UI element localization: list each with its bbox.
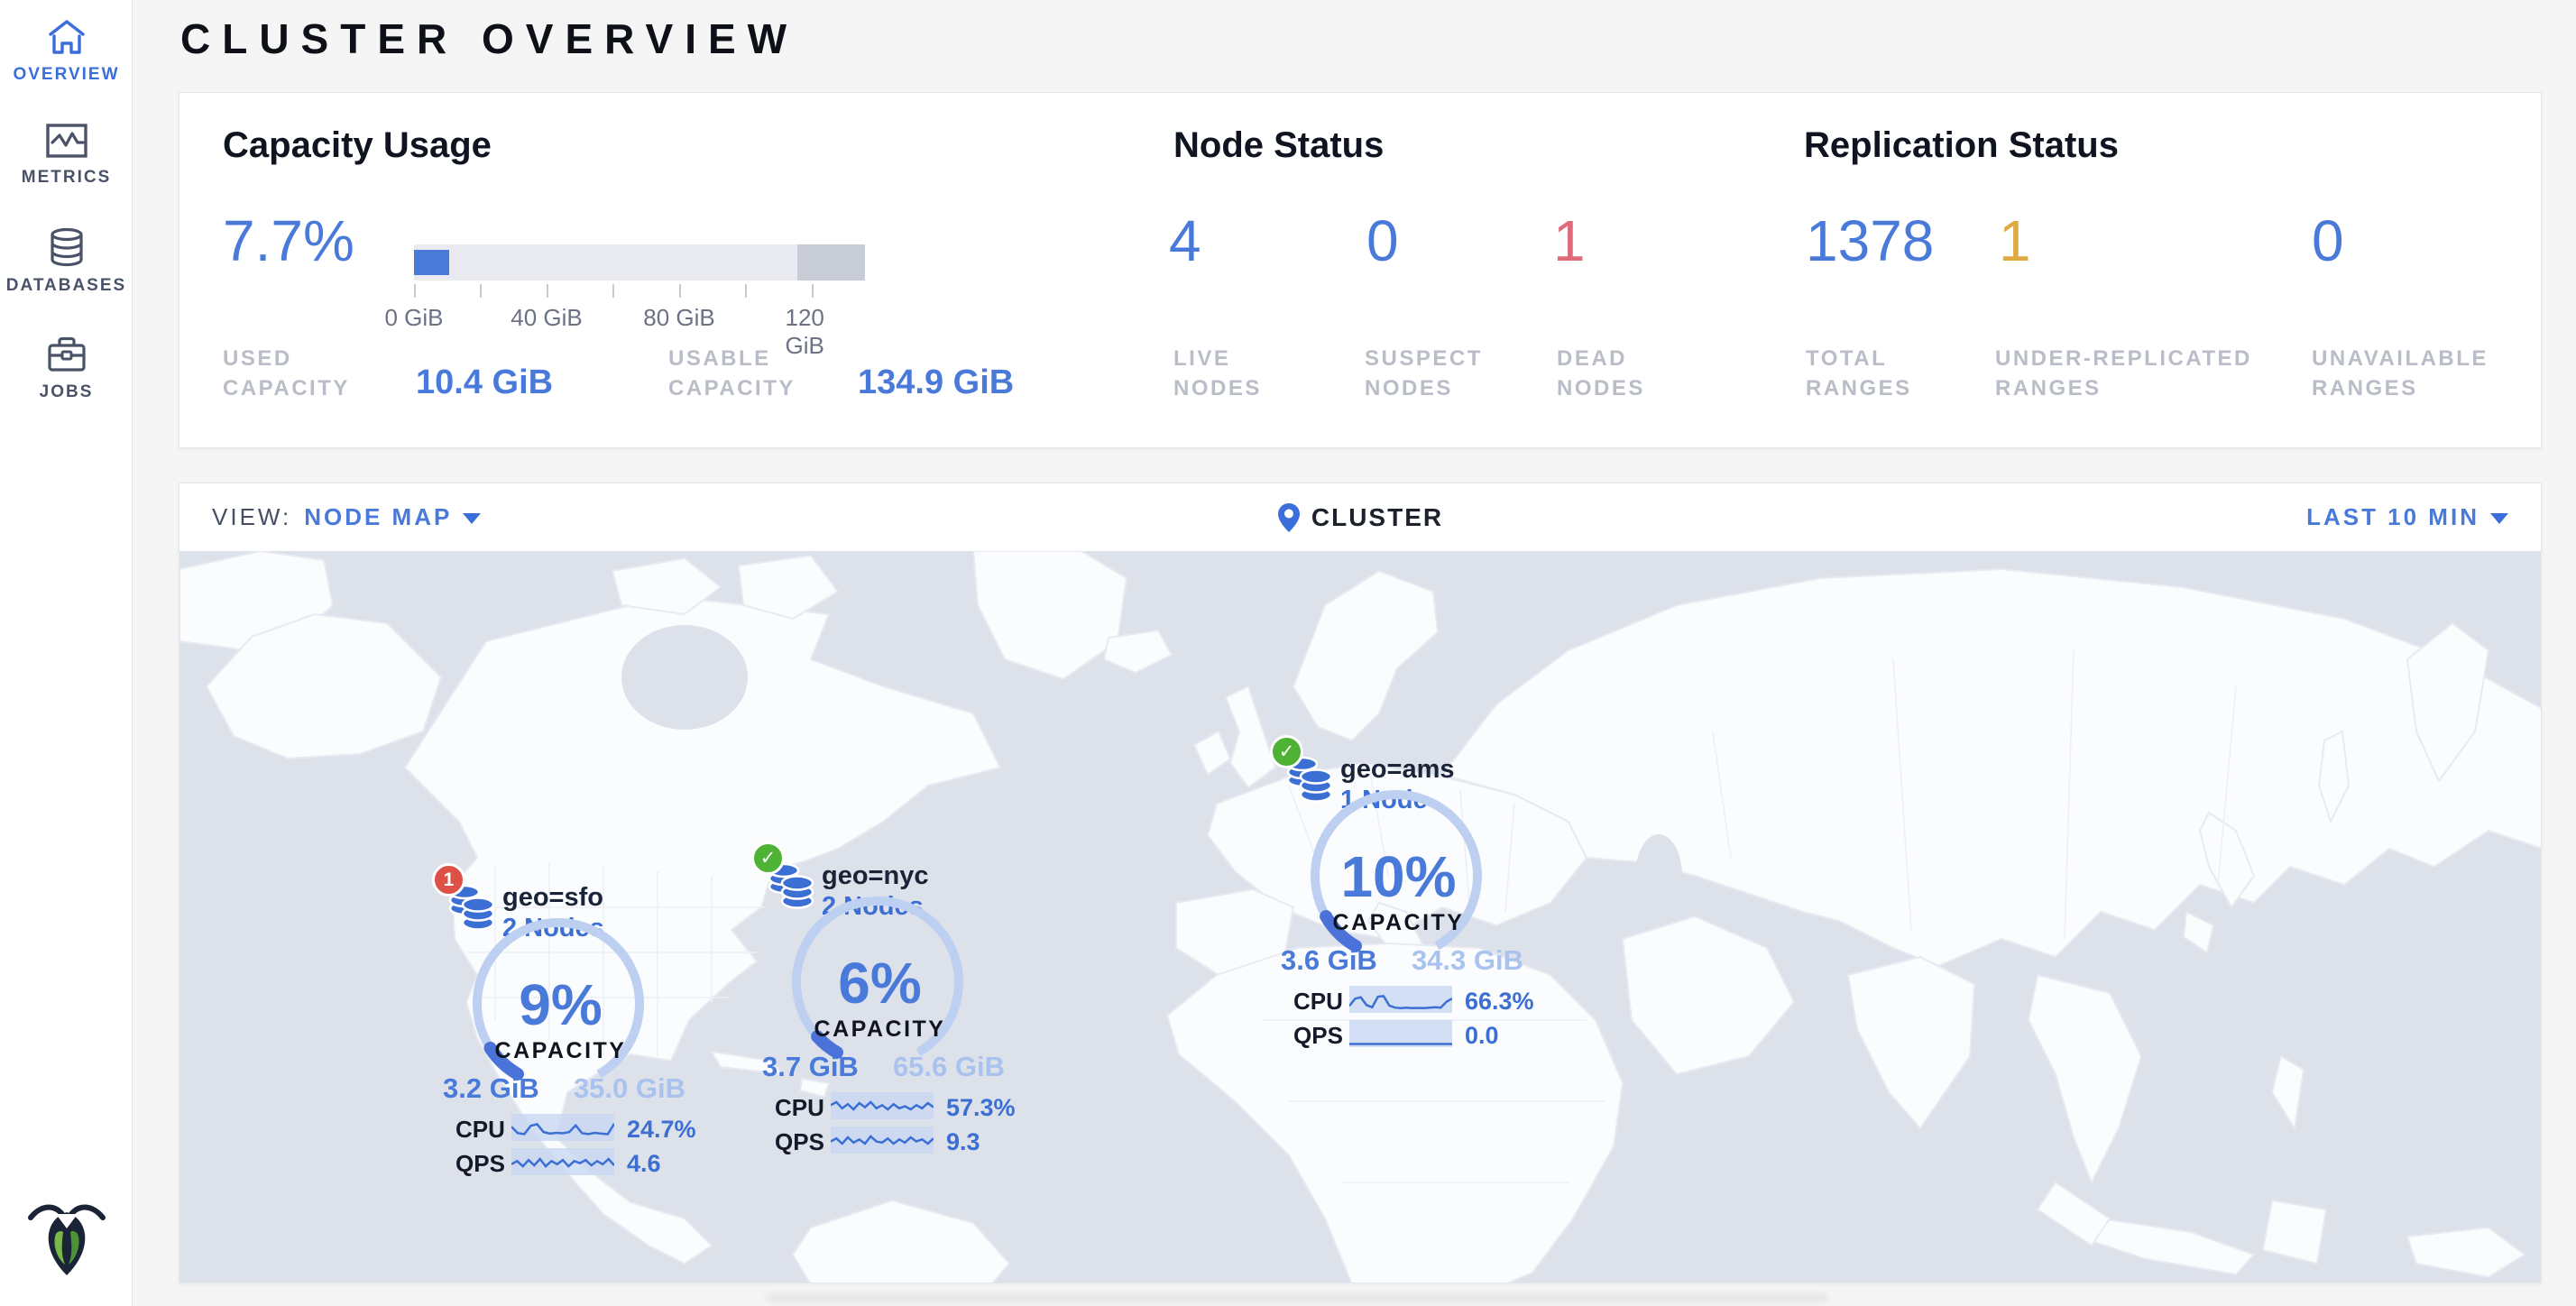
capacity-bar-fill xyxy=(414,250,449,275)
status-badge: ✓ xyxy=(751,842,785,875)
map-pin-icon xyxy=(1277,502,1301,533)
cpu-metric: CPU 24.7% xyxy=(446,1114,690,1143)
under-replicated-ranges-label: UNDER-REPLICATED RANGES xyxy=(1995,344,2252,403)
sidebar-item-jobs[interactable]: JOBS xyxy=(0,336,133,402)
usable-capacity: 65.6 GiB xyxy=(893,1051,1005,1083)
live-nodes-count: 4 xyxy=(1169,212,1201,270)
capacity-label: CAPACITY xyxy=(405,1038,716,1064)
sidebar-item-overview[interactable]: OVERVIEW xyxy=(0,18,133,85)
qps-sparkline xyxy=(1349,1020,1452,1047)
usable-capacity: 34.3 GiB xyxy=(1412,944,1523,977)
time-range-selector[interactable]: LAST 10 MIN xyxy=(2306,503,2508,531)
view-label: VIEW: xyxy=(212,503,291,531)
capacity-percent: 6% xyxy=(724,950,1035,1016)
under-replicated-ranges-count: 1 xyxy=(1999,212,2031,270)
metrics-icon xyxy=(45,123,88,159)
dead-nodes-count: 1 xyxy=(1553,212,1586,270)
usable-capacity: 35.0 GiB xyxy=(574,1072,685,1105)
sidebar-item-label: JOBS xyxy=(40,382,94,401)
capacity-usage-title: Capacity Usage xyxy=(223,125,492,166)
used-capacity: 3.7 GiB xyxy=(762,1051,859,1083)
node-status-title: Node Status xyxy=(1173,125,1384,166)
view-selector[interactable]: NODE MAP xyxy=(304,503,481,531)
jobs-icon xyxy=(46,336,87,373)
used-capacity: 3.2 GiB xyxy=(443,1072,539,1105)
capacity-percent: 10% xyxy=(1243,843,1554,910)
dead-nodes-label: DEAD NODES xyxy=(1557,344,1645,403)
capacity-percent: 9% xyxy=(405,971,716,1038)
breadcrumb-cluster[interactable]: CLUSTER xyxy=(1277,502,1443,533)
qps-metric: QPS 4.6 xyxy=(446,1148,690,1177)
sidebar-item-metrics[interactable]: METRICS xyxy=(0,123,133,188)
horizontal-scroll-hint[interactable] xyxy=(766,1292,1828,1303)
live-nodes-label: LIVE NODES xyxy=(1173,344,1262,403)
node-map-card: VIEW: NODE MAP CLUSTER LAST 10 MIN xyxy=(179,483,2542,1283)
used-capacity-value: 10.4 GiB xyxy=(416,363,553,402)
capacity-label: CAPACITY xyxy=(724,1016,1035,1043)
sidebar: OVERVIEW METRICS DATABASES JOBS xyxy=(0,0,133,1306)
map-locality-nyc[interactable]: ✓ geo=nyc 2 Nodes 6% CAPACITY 3.7 GiB 65… xyxy=(724,836,1035,1152)
qps-sparkline xyxy=(831,1127,934,1154)
unavailable-ranges-count: 0 xyxy=(2312,212,2344,270)
chevron-down-icon xyxy=(463,513,481,524)
used-capacity: 3.6 GiB xyxy=(1281,944,1377,977)
chevron-down-icon xyxy=(2490,513,2508,524)
page-title: CLUSTER OVERVIEW xyxy=(180,14,798,63)
used-capacity-label: USED CAPACITY xyxy=(223,344,350,403)
status-badge: ✓ xyxy=(1270,735,1303,768)
capacity-bar-tick-labels: 0 GiB 40 GiB 80 GiB 120 GiB xyxy=(414,304,865,331)
cpu-sparkline xyxy=(511,1114,614,1141)
home-icon xyxy=(46,18,87,56)
map-locality-sfo[interactable]: 1 geo=sfo 2 Nodes 9% CAPACITY 3.2 GiB 35… xyxy=(405,858,716,1173)
status-badge: 1 xyxy=(432,863,465,897)
cpu-metric: CPU 57.3% xyxy=(766,1092,1009,1121)
qps-metric: QPS 9.3 xyxy=(766,1127,1009,1155)
sidebar-item-label: OVERVIEW xyxy=(13,65,119,84)
suspect-nodes-label: SUSPECT NODES xyxy=(1365,344,1483,403)
map-locality-ams[interactable]: ✓ geo=ams 1 Node 10% CAPACITY 3.6 GiB 34… xyxy=(1243,730,1554,1045)
qps-metric: QPS 0.0 xyxy=(1284,1020,1528,1049)
sidebar-item-label: DATABASES xyxy=(6,276,126,295)
view-bar: VIEW: NODE MAP CLUSTER LAST 10 MIN xyxy=(179,483,2541,551)
databases-icon xyxy=(47,227,87,267)
capacity-bar xyxy=(414,244,865,281)
usable-capacity-label: USABLE CAPACITY xyxy=(668,344,796,403)
cpu-metric: CPU 66.3% xyxy=(1284,986,1528,1015)
replication-status-title: Replication Status xyxy=(1804,125,2119,166)
sidebar-item-databases[interactable]: DATABASES xyxy=(0,227,133,296)
cockroachdb-logo xyxy=(25,1192,108,1281)
total-ranges-label: TOTAL RANGES xyxy=(1806,344,1912,403)
capacity-percent: 7.7% xyxy=(223,212,354,270)
capacity-bar-ticks xyxy=(414,284,813,299)
node-map[interactable]: 1 geo=sfo 2 Nodes 9% CAPACITY 3.2 GiB 35… xyxy=(179,551,2542,1283)
capacity-bar-reserved xyxy=(797,244,865,281)
qps-sparkline xyxy=(511,1148,614,1175)
cpu-sparkline xyxy=(831,1092,934,1119)
total-ranges-count: 1378 xyxy=(1806,212,1934,270)
sidebar-item-label: METRICS xyxy=(22,168,112,187)
capacity-label: CAPACITY xyxy=(1243,910,1554,936)
cluster-summary-card: Capacity Usage 7.7% 0 GiB 40 GiB 80 GiB … xyxy=(179,92,2542,448)
usable-capacity-value: 134.9 GiB xyxy=(858,363,1014,402)
suspect-nodes-count: 0 xyxy=(1366,212,1399,270)
cpu-sparkline xyxy=(1349,986,1452,1013)
unavailable-ranges-label: UNAVAILABLE RANGES xyxy=(2312,344,2489,403)
